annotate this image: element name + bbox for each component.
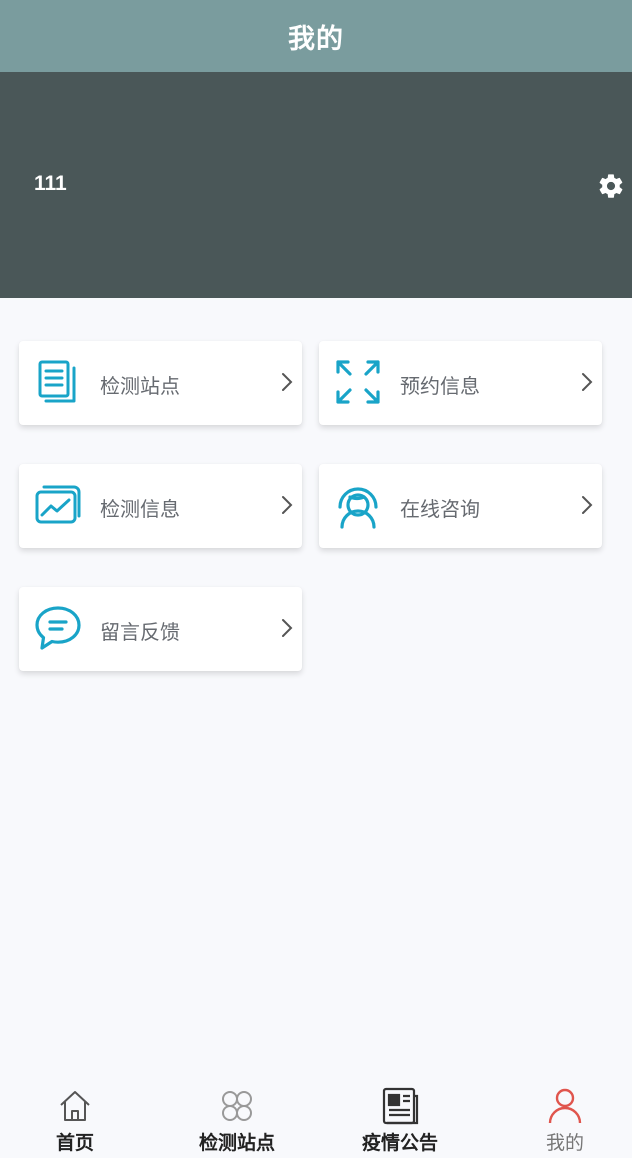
chevron-right-icon (580, 492, 594, 518)
tab-label: 首页 (55, 1132, 94, 1154)
chevron-right-icon (280, 615, 294, 641)
chat-bubble-icon (33, 603, 83, 653)
menu-item-appointment-info[interactable]: 预约信息 (319, 341, 602, 425)
clover-icon (217, 1086, 257, 1126)
menu-item-test-info[interactable]: 检测信息 (19, 464, 302, 548)
menu-item-label: 在线咨询 (400, 497, 480, 521)
menu-item-label: 预约信息 (400, 374, 480, 398)
profile-banner: 111 (0, 72, 632, 298)
chevron-right-icon (580, 369, 594, 395)
profile-page: 我的 111 检测站点 预约信息 检测信息 在线咨询 留言反馈 首页 检测站点 … (0, 0, 632, 1158)
page-title: 我的 (288, 23, 344, 55)
tab-epidemic-notice[interactable]: 疫情公告 (325, 1078, 475, 1158)
menu-item-test-sites[interactable]: 检测站点 (19, 341, 302, 425)
headset-user-icon (333, 480, 383, 530)
document-stack-icon (33, 357, 83, 407)
chevron-right-icon (280, 492, 294, 518)
newspaper-icon (380, 1086, 420, 1126)
gear-icon (599, 174, 623, 198)
navbar: 我的 (0, 0, 632, 72)
tab-mine[interactable]: 我的 (490, 1078, 632, 1158)
image-chart-icon (33, 480, 83, 530)
menu-item-feedback[interactable]: 留言反馈 (19, 587, 302, 671)
settings-button[interactable] (596, 171, 626, 201)
expand-arrows-icon (333, 357, 383, 407)
tab-test-sites[interactable]: 检测站点 (162, 1078, 312, 1158)
tab-label: 疫情公告 (361, 1132, 438, 1154)
tab-label: 我的 (545, 1132, 584, 1154)
chevron-right-icon (280, 369, 294, 395)
user-icon (545, 1086, 585, 1126)
menu-item-label: 检测站点 (100, 374, 180, 398)
bottom-tab-bar: 首页 检测站点 疫情公告 我的 (0, 1078, 632, 1158)
menu-item-label: 检测信息 (100, 497, 180, 521)
username: 111 (34, 172, 67, 195)
menu-item-label: 留言反馈 (100, 620, 180, 644)
tab-label: 检测站点 (198, 1132, 275, 1154)
menu-item-online-consult[interactable]: 在线咨询 (319, 464, 602, 548)
home-icon (55, 1086, 95, 1126)
tab-home[interactable]: 首页 (0, 1078, 150, 1158)
